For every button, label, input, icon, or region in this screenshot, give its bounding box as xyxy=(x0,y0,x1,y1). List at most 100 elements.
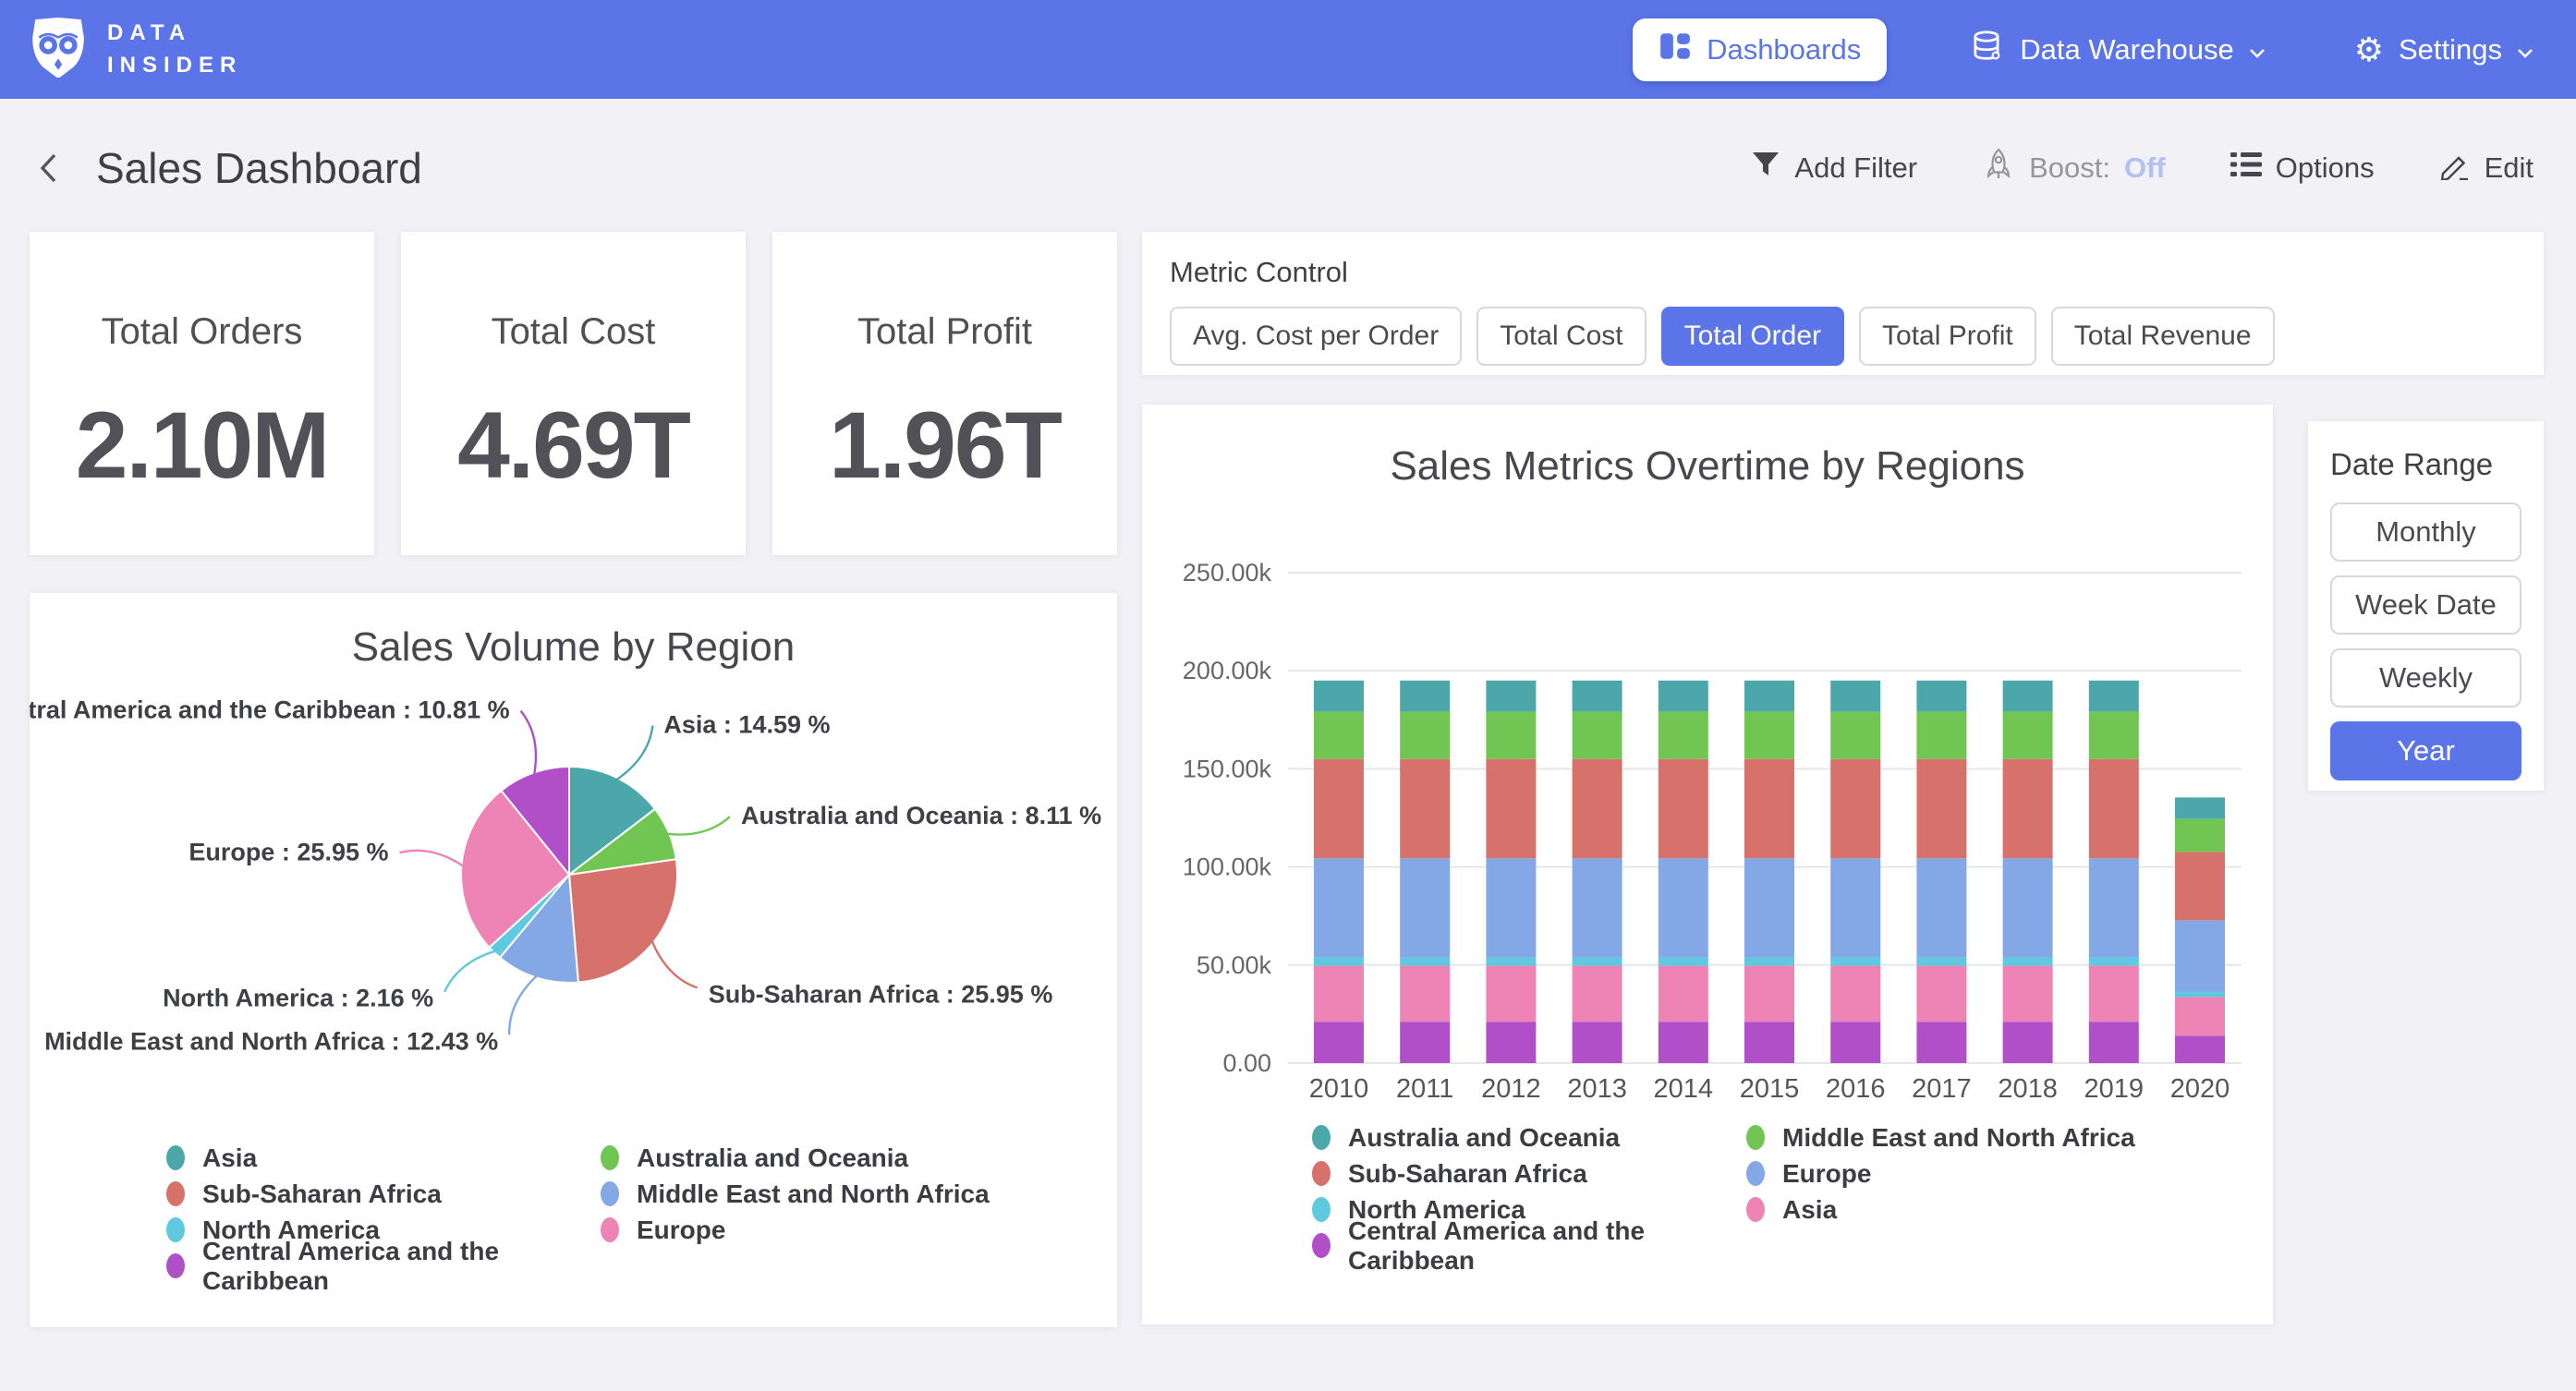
bar-segment-middle-east-and-north-africa xyxy=(1659,711,1708,758)
options-button[interactable]: Options xyxy=(2225,150,2380,187)
edit-button[interactable]: Edit xyxy=(2434,148,2539,188)
metric-option-total-profit[interactable]: Total Profit xyxy=(1859,307,2036,366)
metric-option-total-cost[interactable]: Total Cost xyxy=(1476,307,1646,366)
bar-segment-central-america-and-the-caribbean xyxy=(1400,1022,1450,1063)
gear-icon: ⚙︎ xyxy=(2354,33,2384,67)
legend-column: Middle East and North AfricaEuropeAsia xyxy=(1746,1119,2181,1264)
database-icon xyxy=(1970,29,2005,71)
metric-option-avg-cost-per-order[interactable]: Avg. Cost per Order xyxy=(1170,307,1462,366)
bar-segment-north-america xyxy=(1573,958,1622,966)
legend-item-asia: Asia xyxy=(1746,1191,2181,1228)
pie-leader-line xyxy=(651,940,697,988)
x-axis-tick-label: 2014 xyxy=(1654,1074,1714,1104)
legend-column: Australia and Oceania Middle East and Nor… xyxy=(601,1140,1035,1284)
bar-segment-australia-and-oceania xyxy=(1830,681,1880,712)
metric-option-total-revenue[interactable]: Total Revenue xyxy=(2051,307,2275,366)
y-axis-tick-label: 100.00k xyxy=(1183,853,1272,881)
bar-segment-asia xyxy=(1830,966,1880,1022)
legend-item-asia: Asia xyxy=(166,1140,601,1176)
legend-dot xyxy=(601,1217,619,1242)
pie-leader-line xyxy=(615,726,652,780)
kpi-label: Total Orders xyxy=(102,311,303,353)
bar-segment-australia-and-oceania xyxy=(1314,681,1364,712)
x-axis-tick-label: 2016 xyxy=(1826,1074,1886,1104)
legend-label: Australia and Oceania xyxy=(637,1143,908,1173)
kpi-value: 2.10M xyxy=(76,392,329,500)
date-range-options: Monthly Week Date Weekly Year xyxy=(2330,502,2521,780)
add-filter-button[interactable]: Add Filter xyxy=(1745,150,1923,187)
nav-settings-button[interactable]: ⚙︎ Settings xyxy=(2349,32,2539,67)
legend-label: Australia and Oceania xyxy=(1348,1123,1620,1153)
bar-segment-asia xyxy=(1314,966,1364,1022)
date-range-option-monthly[interactable]: Monthly xyxy=(2330,502,2521,562)
back-button[interactable] xyxy=(31,148,68,188)
bar-segment-north-america xyxy=(1486,958,1536,966)
bar-segment-middle-east-and-north-africa xyxy=(1830,711,1880,758)
bar-segment-north-america xyxy=(1659,958,1708,966)
legend-item-sub-saharan-africa: Sub-Saharan Africa xyxy=(166,1176,601,1212)
bar-segment-middle-east-and-north-africa xyxy=(2089,711,2139,758)
x-axis-tick-label: 2011 xyxy=(1396,1074,1453,1104)
legend-dot xyxy=(166,1181,185,1206)
pencil-icon xyxy=(2439,149,2471,187)
legend-label: Europe xyxy=(637,1216,725,1245)
dashboards-grid-icon xyxy=(1659,30,1692,70)
bar-segment-asia xyxy=(1744,966,1794,1022)
bar-segment-asia xyxy=(1916,966,1966,1022)
bar-segment-sub-saharan-africa xyxy=(1744,759,1794,859)
legend-dot xyxy=(166,1253,185,1278)
chevron-down-icon xyxy=(2249,33,2266,67)
nav-data-warehouse-button[interactable]: Data Warehouse xyxy=(1964,28,2270,72)
bar-segment-australia-and-oceania xyxy=(1486,681,1536,712)
main-content: Total Orders 2.10M Total Cost 4.69T Total Pr… xyxy=(0,232,2576,1327)
legend-label: Middle East and North Africa xyxy=(637,1179,990,1209)
kpi-card-total-orders: Total Orders 2.10M xyxy=(30,232,374,555)
bar-segment-central-america-and-the-caribbean xyxy=(1659,1022,1708,1063)
pie-leader-line xyxy=(509,975,538,1035)
legend-dot xyxy=(166,1217,185,1242)
pie-leader-line xyxy=(666,816,730,834)
bar-segment-central-america-and-the-caribbean xyxy=(2175,1035,2225,1063)
bar-segment-asia xyxy=(1573,966,1622,1022)
legend-label: Central America and the Caribbean xyxy=(1348,1216,1746,1276)
legend-item-sub-saharan-africa: Sub-Saharan Africa xyxy=(1312,1155,1746,1191)
logo-text: DATA INSIDER xyxy=(107,18,242,82)
bar-segment-north-america xyxy=(1916,958,1966,966)
legend-dot xyxy=(1312,1197,1331,1222)
metric-option-total-order[interactable]: Total Order xyxy=(1661,307,1844,366)
bar-segment-europe xyxy=(1744,858,1794,958)
pie-leader-line xyxy=(400,851,465,866)
bar-segment-central-america-and-the-caribbean xyxy=(1916,1022,1966,1063)
bar-segment-asia xyxy=(1486,966,1536,1022)
bar-segment-europe xyxy=(2089,858,2139,958)
bar-chart: 0.0050.00k100.00k150.00k200.00k250.00k20… xyxy=(1142,495,2273,1105)
date-range-option-year[interactable]: Year xyxy=(2330,721,2521,780)
legend-label: Central America and the Caribbean xyxy=(202,1237,601,1296)
nav-dashboards-button[interactable]: Dashboards xyxy=(1633,18,1887,81)
bar-segment-middle-east-and-north-africa xyxy=(1486,711,1536,758)
rocket-icon xyxy=(1982,147,2015,189)
legend-label: Asia xyxy=(1782,1195,1837,1225)
legend-label: Sub-Saharan Africa xyxy=(1348,1159,1587,1189)
legend-label: Sub-Saharan Africa xyxy=(202,1179,442,1209)
pie-slice-label: Europe : 25.95 % xyxy=(188,838,388,865)
date-range-option-week-date[interactable]: Week Date xyxy=(2330,575,2521,635)
x-axis-tick-label: 2020 xyxy=(2170,1074,2230,1104)
legend-item-middle-east-and-north-africa: Middle East and North Africa xyxy=(1746,1119,2181,1155)
kpi-value: 4.69T xyxy=(457,392,689,500)
pie-slice-label: Central America and the Caribbean : 10.8… xyxy=(30,696,510,724)
y-axis-tick-label: 0.00 xyxy=(1222,1049,1271,1077)
boost-toggle[interactable]: Boost: Off xyxy=(1976,146,2171,190)
bar-segment-sub-saharan-africa xyxy=(2175,852,2225,920)
bar-segment-central-america-and-the-caribbean xyxy=(1830,1022,1880,1063)
page-header: Sales Dashboard Add Filter Boost: Off xyxy=(0,99,2576,232)
pie-slice-label: Asia : 14.59 % xyxy=(663,711,830,739)
bar-segment-europe xyxy=(1573,858,1622,958)
metric-control-title: Metric Control xyxy=(1170,256,2516,289)
pie-slice-label: Sub-Saharan Africa : 25.95 % xyxy=(709,980,1053,1008)
bar-segment-europe xyxy=(2175,921,2225,992)
bar-segment-sub-saharan-africa xyxy=(1486,759,1536,859)
pie-slice-label: Australia and Oceania : 8.11 % xyxy=(741,802,1101,829)
date-range-option-weekly[interactable]: Weekly xyxy=(2330,648,2521,708)
bar-segment-north-america xyxy=(1830,958,1880,966)
